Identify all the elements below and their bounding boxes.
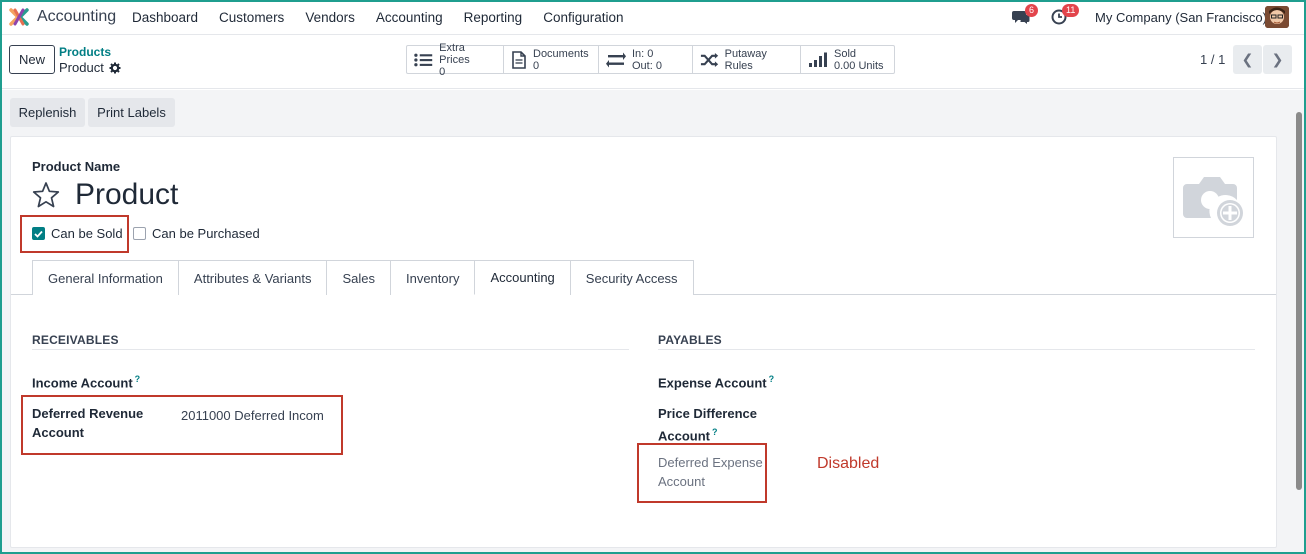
scrollbar-thumb[interactable]: [1296, 112, 1302, 490]
replenish-button[interactable]: Replenish: [10, 98, 85, 127]
chat-button[interactable]: 6: [1012, 4, 1039, 28]
deferred-expense-line-2: Account: [658, 474, 705, 489]
pager-previous-button[interactable]: ❮: [1233, 45, 1262, 74]
pager-next-button[interactable]: ❯: [1263, 45, 1292, 74]
receivables-title: RECEIVABLES: [32, 333, 119, 347]
help-tooltip-icon[interactable]: ?: [769, 374, 775, 384]
smart-buttons: Extra Prices 0 Documents 0 In: 0 Out: 0: [406, 42, 895, 78]
smart-label: Sold: [834, 47, 857, 60]
price-difference-line-1: Price Difference: [658, 406, 757, 421]
tab-accounting[interactable]: Accounting: [474, 260, 571, 295]
chat-badge: 6: [1025, 4, 1039, 17]
document-icon: [512, 50, 526, 69]
payables-divider: [658, 349, 1255, 350]
pager-value[interactable]: 1 / 1: [1200, 52, 1225, 67]
chevron-left-icon: ❮: [1241, 51, 1254, 67]
can-be-purchased-checkbox-field[interactable]: Can be Purchased: [133, 226, 260, 241]
smart-button-in-out[interactable]: In: 0 Out: 0: [599, 46, 693, 73]
smart-label: In: 0: [632, 47, 654, 60]
expense-account-text: Expense Account: [658, 375, 767, 391]
can-be-sold-checkbox-field[interactable]: Can be Sold: [32, 226, 123, 241]
star-icon[interactable]: [32, 181, 60, 209]
app-name[interactable]: Accounting: [37, 8, 116, 26]
price-difference-line-2: Account: [658, 428, 710, 444]
accounting-app-icon[interactable]: [9, 7, 29, 27]
camera-add-icon: [1182, 176, 1243, 226]
smart-value: 0.00 Units: [834, 59, 884, 72]
activity-badge: 11: [1062, 4, 1080, 17]
menu-customers[interactable]: Customers: [219, 10, 284, 25]
bar-chart-icon: [809, 52, 827, 67]
tab-general-information[interactable]: General Information: [32, 260, 179, 295]
print-labels-button[interactable]: Print Labels: [88, 98, 175, 127]
smart-button-extra-prices[interactable]: Extra Prices 0: [407, 42, 504, 78]
disabled-annotation: Disabled: [817, 455, 880, 472]
gear-icon[interactable]: [109, 62, 121, 74]
help-tooltip-icon[interactable]: ?: [135, 374, 141, 384]
price-difference-line-2-wrap: Account?: [658, 423, 757, 445]
smart-value: Out: 0: [632, 59, 662, 72]
smart-value: 0: [439, 65, 446, 78]
can-be-purchased-label[interactable]: Can be Purchased: [152, 226, 260, 241]
activity-button[interactable]: 11: [1051, 4, 1080, 28]
tab-sales[interactable]: Sales: [326, 260, 391, 295]
deferred-expense-line-1: Deferred Expense: [658, 455, 763, 470]
can-be-sold-checkbox[interactable]: [32, 227, 45, 240]
product-image-upload[interactable]: [1173, 157, 1254, 238]
payables-title: PAYABLES: [658, 333, 722, 347]
main-menu: Dashboard Customers Vendors Accounting R…: [132, 10, 645, 25]
deferred-revenue-line-1: Deferred Revenue: [32, 406, 144, 421]
product-name-label: Product Name: [32, 159, 121, 174]
deferred-revenue-account-label: Deferred Revenue Account: [32, 404, 143, 442]
can-be-purchased-checkbox[interactable]: [133, 227, 146, 240]
menu-reporting[interactable]: Reporting: [464, 10, 523, 25]
smart-button-putaway-rules[interactable]: Putaway Rules: [693, 46, 801, 73]
chevron-right-icon: ❯: [1271, 51, 1284, 67]
breadcrumb-current: Product: [59, 60, 121, 75]
deferred-revenue-account-input[interactable]: 2011000 Deferred Incom: [181, 408, 324, 423]
smart-label: Extra Prices: [439, 41, 470, 66]
income-account-text: Income Account: [32, 375, 133, 391]
expense-account-label: Expense Account?: [658, 370, 774, 392]
smart-button-documents[interactable]: Documents 0: [504, 46, 599, 73]
product-name-input[interactable]: Product: [75, 178, 178, 212]
receivables-divider: [32, 349, 629, 350]
transfer-icon: [606, 52, 626, 67]
form-tabs: General Information Attributes & Variant…: [32, 260, 694, 295]
help-tooltip-icon[interactable]: ?: [712, 427, 718, 437]
smart-value: 0: [533, 59, 540, 72]
income-account-label: Income Account?: [32, 370, 140, 392]
menu-vendors[interactable]: Vendors: [305, 10, 355, 25]
menu-dashboard[interactable]: Dashboard: [132, 10, 198, 25]
new-button[interactable]: New: [9, 45, 55, 74]
smart-button-sold[interactable]: Sold 0.00 Units: [801, 46, 894, 73]
control-panel: New Products Product Extra Prices 0 Docu…: [0, 36, 1306, 89]
menu-configuration[interactable]: Configuration: [543, 10, 623, 25]
menu-accounting[interactable]: Accounting: [376, 10, 443, 25]
smart-label: Documents: [533, 47, 589, 60]
smart-label: Putaway Rules: [724, 47, 767, 72]
deferred-expense-account-label: Deferred Expense Account: [658, 453, 763, 491]
tab-attributes-variants[interactable]: Attributes & Variants: [177, 260, 328, 295]
breadcrumb-products[interactable]: Products: [59, 45, 111, 59]
form-sheet: [10, 136, 1277, 548]
check-icon: [34, 230, 43, 238]
top-navbar: Accounting Dashboard Customers Vendors A…: [0, 0, 1306, 35]
user-avatar[interactable]: [1265, 6, 1289, 28]
price-difference-account-label: Price Difference Account?: [658, 404, 757, 445]
shuffle-icon: [700, 52, 719, 67]
company-switcher[interactable]: My Company (San Francisco): [1095, 10, 1267, 25]
tab-security-access[interactable]: Security Access: [569, 260, 694, 295]
deferred-revenue-line-2: Account: [32, 425, 84, 440]
breadcrumb-current-label: Product: [59, 60, 104, 75]
list-icon: [414, 53, 433, 66]
tab-inventory[interactable]: Inventory: [389, 260, 476, 295]
can-be-sold-label[interactable]: Can be Sold: [51, 226, 123, 241]
